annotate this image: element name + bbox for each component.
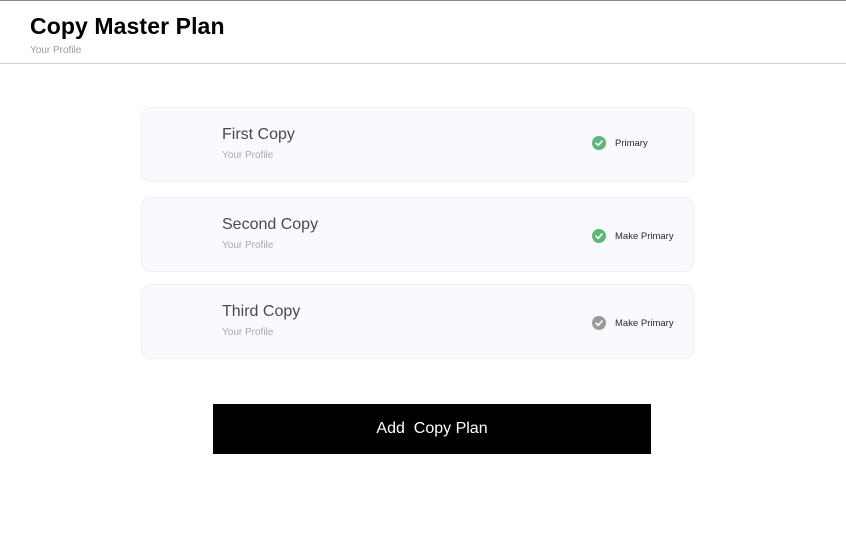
check-circle-icon <box>592 136 606 150</box>
check-circle-icon <box>592 316 606 330</box>
page: Copy Master Plan Your Profile First Copy… <box>0 0 846 550</box>
plan-name: First Copy <box>222 126 295 143</box>
page-title: Copy Master Plan <box>30 13 225 39</box>
plan-subtitle: Your Profile <box>222 327 274 338</box>
check-circle-icon <box>592 229 606 243</box>
page-subtitle: Your Profile <box>30 45 82 56</box>
plan-card-second: Second Copy Your Profile Make Primary <box>141 197 694 272</box>
primary-status: Primary <box>592 136 648 150</box>
add-copy-plan-button[interactable]: Add Copy Plan <box>213 404 651 454</box>
make-primary-button[interactable]: Make Primary <box>592 316 674 330</box>
plan-subtitle: Your Profile <box>222 240 274 251</box>
plan-name: Third Copy <box>222 303 301 320</box>
primary-label: Primary <box>615 137 648 149</box>
plan-name: Second Copy <box>222 216 319 233</box>
make-primary-label: Make Primary <box>615 230 674 242</box>
plan-subtitle: Your Profile <box>222 150 274 161</box>
plan-card-first: First Copy Your Profile Primary <box>141 107 694 182</box>
plan-card-third: Third Copy Your Profile Make Primary <box>141 284 694 359</box>
make-primary-button[interactable]: Make Primary <box>592 229 674 243</box>
make-primary-label: Make Primary <box>615 317 674 329</box>
page-header: Copy Master Plan Your Profile <box>0 1 846 64</box>
